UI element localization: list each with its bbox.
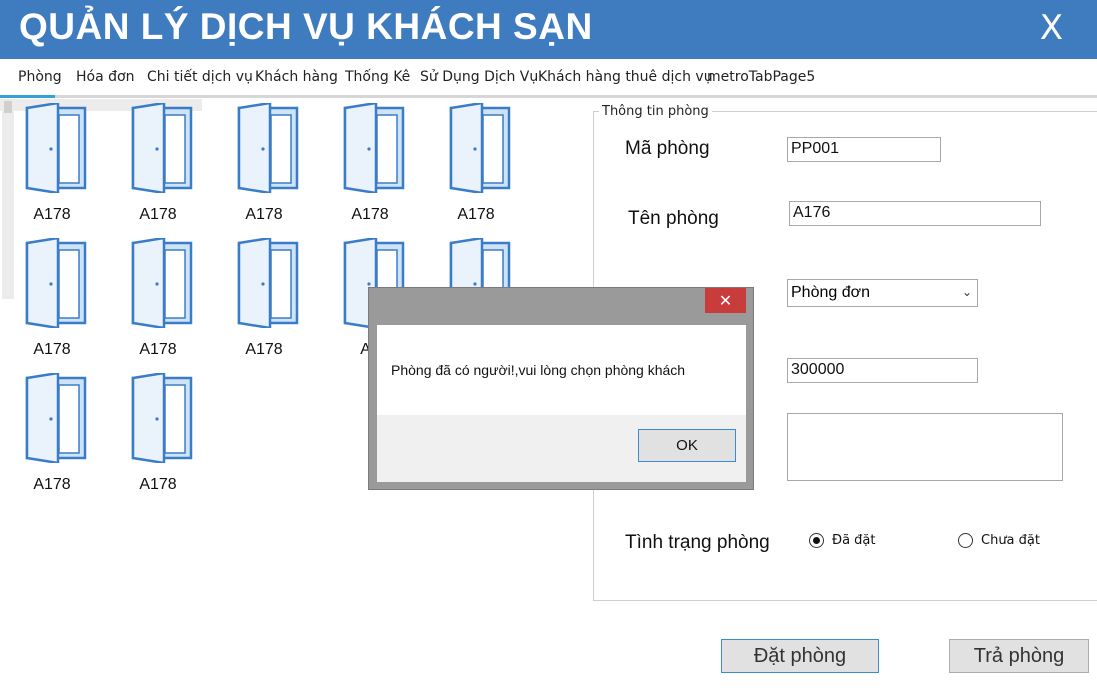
room-tile[interactable]: A178 bbox=[232, 103, 302, 225]
chevron-down-icon: ⌄ bbox=[961, 285, 972, 299]
tab-bar: Phòng Hóa đơn Chi tiết dịch vụ Khách hàn… bbox=[0, 60, 1097, 98]
door-icon bbox=[237, 103, 299, 193]
tab-thong-ke[interactable]: Thống Kê bbox=[345, 69, 410, 85]
room-panel-scrollbar-vertical[interactable] bbox=[2, 99, 14, 299]
room-tile[interactable]: A178 bbox=[126, 373, 196, 495]
room-label: A178 bbox=[33, 341, 71, 358]
room-tile[interactable]: A178 bbox=[444, 103, 514, 225]
door-icon bbox=[343, 103, 405, 193]
room-tile[interactable]: A178 bbox=[126, 103, 196, 225]
radio-button-checked[interactable] bbox=[809, 533, 824, 548]
ten-phong-field[interactable]: A176 bbox=[789, 201, 1041, 226]
dialog-ok-button[interactable]: OK bbox=[638, 429, 736, 462]
room-label: A178 bbox=[139, 341, 177, 358]
room-label: A178 bbox=[139, 476, 177, 493]
app-title: QUẢN LÝ DỊCH VỤ KHÁCH SẠN bbox=[19, 6, 593, 47]
tinh-trang-phong-label: Tình trạng phòng bbox=[625, 532, 770, 553]
tab-chi-tiet-dich-vu[interactable]: Chi tiết dịch vụ bbox=[147, 69, 253, 85]
scrollbar-thumb[interactable] bbox=[4, 101, 12, 113]
ma-phong-field[interactable]: PP001 bbox=[787, 137, 941, 162]
gia-phong-field[interactable]: 300000 bbox=[787, 358, 978, 383]
loai-phong-select[interactable]: Phòng đơn ⌄ bbox=[787, 279, 978, 307]
door-icon bbox=[131, 373, 193, 463]
room-tile[interactable]: A178 bbox=[20, 238, 90, 360]
tra-phong-button[interactable]: Trả phòng bbox=[949, 639, 1089, 673]
room-label: A178 bbox=[33, 476, 71, 493]
door-icon bbox=[449, 103, 511, 193]
room-label: A178 bbox=[33, 206, 71, 223]
door-icon bbox=[131, 103, 193, 193]
tab-khach-hang[interactable]: Khách hàng bbox=[255, 69, 338, 85]
room-tile[interactable]: A178 bbox=[20, 103, 90, 225]
ghi-chu-textarea[interactable] bbox=[787, 413, 1063, 481]
tab-phong[interactable]: Phòng bbox=[18, 69, 62, 85]
active-tab-indicator bbox=[0, 95, 55, 98]
tab-metrotabpage5[interactable]: metroTabPage5 bbox=[707, 69, 815, 85]
room-tile[interactable]: A178 bbox=[338, 103, 408, 225]
tab-khach-hang-thue-dich-vu[interactable]: Khách hàng thuê dịch vụ bbox=[538, 69, 713, 85]
tab-su-dung-dich-vu[interactable]: Sử Dụng Dịch Vụ bbox=[420, 69, 538, 85]
tab-hoa-don[interactable]: Hóa đơn bbox=[76, 69, 134, 85]
room-tile[interactable]: A178 bbox=[20, 373, 90, 495]
dat-phong-button[interactable]: Đặt phòng bbox=[721, 639, 879, 673]
ten-phong-label: Tên phòng bbox=[628, 208, 719, 229]
loai-phong-selected-value: Phòng đơn bbox=[791, 284, 870, 301]
door-icon bbox=[25, 373, 87, 463]
room-label: A178 bbox=[245, 206, 283, 223]
ma-phong-label: Mã phòng bbox=[625, 138, 710, 159]
room-label: A178 bbox=[457, 206, 495, 223]
radio-chua-dat[interactable]: Chưa đặt bbox=[958, 533, 1040, 548]
door-icon bbox=[237, 238, 299, 328]
door-icon bbox=[25, 238, 87, 328]
close-window-button[interactable]: X bbox=[1040, 8, 1063, 48]
radio-da-dat[interactable]: Đã đặt bbox=[809, 533, 876, 548]
radio-da-dat-label: Đã đặt bbox=[832, 533, 876, 548]
dialog-close-button[interactable]: ✕ bbox=[705, 288, 746, 313]
tab-divider bbox=[0, 95, 1097, 98]
door-icon bbox=[25, 103, 87, 193]
radio-chua-dat-label: Chưa đặt bbox=[981, 533, 1040, 548]
dialog-message: Phòng đã có người!,vui lòng chọn phòng k… bbox=[391, 362, 686, 378]
room-label: A178 bbox=[139, 206, 177, 223]
room-tile[interactable]: A178 bbox=[232, 238, 302, 360]
radio-button-unchecked[interactable] bbox=[958, 533, 973, 548]
room-info-group-title: Thông tin phòng bbox=[599, 104, 712, 119]
room-tile[interactable]: A178 bbox=[126, 238, 196, 360]
door-icon bbox=[131, 238, 193, 328]
room-label: A178 bbox=[245, 341, 283, 358]
room-label: A178 bbox=[351, 206, 389, 223]
